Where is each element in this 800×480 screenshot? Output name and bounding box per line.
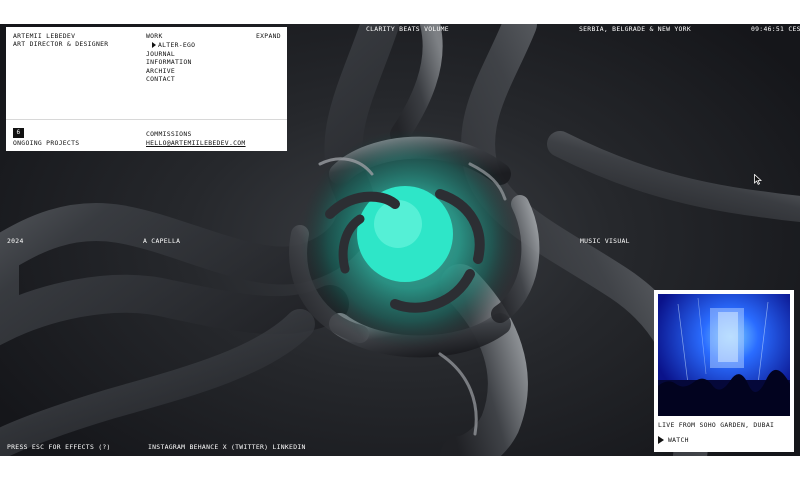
play-icon xyxy=(658,436,664,444)
concert-scene-image xyxy=(658,294,790,416)
social-link-twitter[interactable]: X (TWITTER) xyxy=(223,443,269,451)
watch-button[interactable]: WATCH xyxy=(658,436,689,445)
email-link[interactable]: HELLO@ARTEMIILEBEDEV.COM xyxy=(146,139,246,148)
nav-item-information[interactable]: INFORMATION xyxy=(146,58,192,67)
social-links: INSTAGRAM BEHANCE X (TWITTER) LINKEDIN xyxy=(148,443,306,452)
designer-role: ART DIRECTOR & DESIGNER xyxy=(13,40,109,48)
tagline: CLARITY BEATS VOLUME xyxy=(366,25,449,33)
live-video-card[interactable]: LIVE FROM SOHO GARDEN, DUBAI WATCH xyxy=(654,290,794,452)
hero-stage: CLARITY BEATS VOLUME SERBIA, BELGRADE & … xyxy=(0,24,800,456)
project-year: 2024 xyxy=(7,237,24,245)
mouse-cursor-icon xyxy=(754,174,762,185)
expand-button[interactable]: EXPAND xyxy=(256,32,281,41)
ongoing-projects-label[interactable]: ONGOING PROJECTS xyxy=(13,139,79,148)
commissions-label: COMMISSIONS xyxy=(146,130,192,138)
panel-divider xyxy=(6,119,287,120)
triangle-arrow-icon xyxy=(152,42,156,48)
social-link-instagram[interactable]: INSTAGRAM xyxy=(148,443,185,451)
video-caption: LIVE FROM SOHO GARDEN, DUBAI xyxy=(658,421,775,429)
nav-heading-work[interactable]: WORK xyxy=(146,32,163,41)
nav-item-alter-ego[interactable]: ALTER-EGO xyxy=(152,41,195,50)
locations-text: SERBIA, BELGRADE & NEW YORK xyxy=(579,25,691,33)
social-link-linkedin[interactable]: LINKEDIN xyxy=(272,443,305,451)
project-title[interactable]: A CAPELLA xyxy=(143,237,180,246)
project-category: MUSIC VISUAL xyxy=(580,237,630,245)
info-panel: ARTEMII LEBEDEV ART DIRECTOR & DESIGNER … xyxy=(6,27,287,151)
effects-hint[interactable]: PRESS ESC FOR EFFECTS (?) xyxy=(7,443,111,452)
ongoing-count-badge: 6 xyxy=(13,128,24,138)
social-link-behance[interactable]: BEHANCE xyxy=(189,443,218,451)
clock-time: 09:46:51 CEST xyxy=(751,25,800,33)
nav-item-contact[interactable]: CONTACT xyxy=(146,75,175,84)
concert-thumbnail[interactable] xyxy=(658,294,790,416)
